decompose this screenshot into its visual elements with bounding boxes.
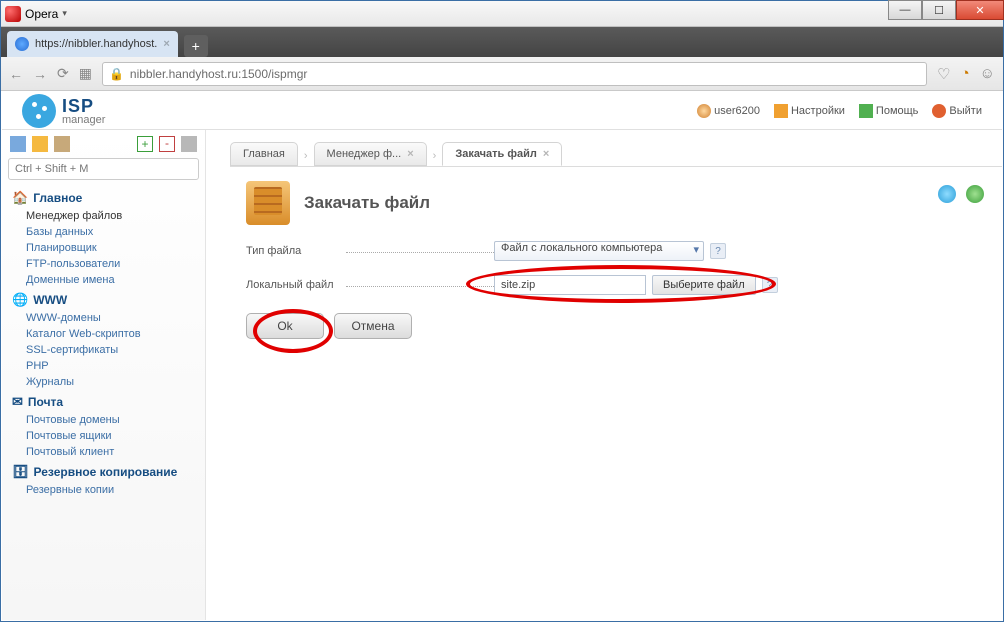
sidebar-item[interactable]: Почтовые домены: [2, 412, 205, 428]
file-type-select[interactable]: Файл с локального компьютера: [494, 241, 704, 261]
sidebar-section-header[interactable]: 🌐WWW: [2, 288, 205, 310]
sidebar-search-input[interactable]: [8, 158, 199, 180]
browser-tabbar: https://nibbler.handyhost. × +: [1, 27, 1003, 57]
sidebar-item[interactable]: FTP-пользователи: [2, 256, 205, 272]
minimize-button[interactable]: —: [888, 0, 922, 20]
close-tab-icon[interactable]: ×: [163, 38, 169, 50]
plus-icon[interactable]: +: [137, 136, 153, 152]
refresh-icon[interactable]: [938, 185, 956, 203]
logo: ISP manager: [22, 94, 105, 128]
content-tabs: Главная › Менеджер ф...× › Закачать файл…: [206, 130, 1002, 166]
address-field[interactable]: 🔒 nibbler.handyhost.ru:1500/ispmgr: [102, 62, 927, 86]
logo-line2: manager: [62, 115, 105, 126]
drawer-icon: [246, 181, 290, 225]
sidebar-section-header[interactable]: 🏠Главное: [2, 186, 205, 208]
back-icon[interactable]: ←: [9, 66, 23, 82]
help-icon[interactable]: ?: [762, 277, 778, 293]
forward-icon[interactable]: →: [33, 66, 47, 82]
power-icon: [932, 104, 946, 118]
ok-button[interactable]: Ok: [246, 313, 324, 339]
sidebar-section-header[interactable]: 🗄Резервное копирование: [2, 460, 205, 482]
user-links: user6200 Настройки Помощь Выйти: [697, 104, 982, 118]
heart-icon[interactable]: ♡: [937, 65, 950, 83]
settings-link[interactable]: Настройки: [774, 104, 845, 118]
section-icon: 🏠: [12, 190, 28, 206]
sidebar: + - 🏠ГлавноеМенеджер файловБазы данныхПл…: [2, 130, 206, 620]
avatar-icon: [697, 104, 711, 118]
logo-icon: [22, 94, 56, 128]
user-icon[interactable]: ☺: [980, 65, 995, 82]
browser-tab-label: https://nibbler.handyhost.: [35, 38, 157, 50]
close-icon[interactable]: ×: [407, 148, 413, 160]
window-title: Opera: [25, 7, 58, 21]
address-text: nibbler.handyhost.ru:1500/ispmgr: [130, 67, 307, 81]
pin-icon[interactable]: [181, 136, 197, 152]
globe-icon: [15, 37, 29, 51]
globe-settings-icon[interactable]: [966, 185, 984, 203]
sidebar-item[interactable]: Доменные имена: [2, 272, 205, 288]
choose-file-button[interactable]: Выберите файл: [652, 275, 756, 295]
speeddial-icon[interactable]: ▦: [79, 65, 92, 82]
minus-icon[interactable]: -: [159, 136, 175, 152]
close-button[interactable]: ✕: [956, 0, 1004, 20]
section-icon: 🌐: [12, 292, 28, 308]
sidebar-item[interactable]: Резервные копии: [2, 482, 205, 498]
sidebar-item[interactable]: Журналы: [2, 374, 205, 390]
gear-icon: [774, 104, 788, 118]
section-icon: 🗄: [12, 464, 29, 480]
sidebar-item[interactable]: Почтовые ящики: [2, 428, 205, 444]
label-local-file: Локальный файл: [246, 279, 494, 291]
sidebar-item[interactable]: WWW-домены: [2, 310, 205, 326]
help-icon: [859, 104, 873, 118]
sidebar-item[interactable]: Планировщик: [2, 240, 205, 256]
user-link[interactable]: user6200: [697, 104, 760, 118]
reload-icon[interactable]: ⟳: [57, 65, 69, 82]
local-file-input[interactable]: [494, 275, 646, 295]
new-tab-button[interactable]: +: [184, 35, 208, 57]
tab-upload[interactable]: Закачать файл×: [442, 142, 562, 166]
help-icon[interactable]: ?: [710, 243, 726, 259]
maximize-button[interactable]: ☐: [922, 0, 956, 20]
sidebar-item[interactable]: Базы данных: [2, 224, 205, 240]
star-icon[interactable]: [32, 136, 48, 152]
sidebar-search[interactable]: [8, 158, 199, 180]
logo-line1: ISP: [62, 97, 105, 115]
sidebar-section-header[interactable]: ✉Почта: [2, 390, 205, 412]
browser-tab[interactable]: https://nibbler.handyhost. ×: [7, 31, 178, 57]
opera-icon: [5, 6, 21, 22]
lock-icon: 🔒: [109, 67, 124, 81]
sidebar-item[interactable]: Каталог Web-скриптов: [2, 326, 205, 342]
folder-tree-icon[interactable]: [10, 136, 26, 152]
exit-link[interactable]: Выйти: [932, 104, 982, 118]
tab-main[interactable]: Главная: [230, 142, 298, 166]
tab-filemgr[interactable]: Менеджер ф...×: [314, 142, 427, 166]
clipboard-icon[interactable]: [54, 136, 70, 152]
panel-title: Закачать файл: [304, 193, 430, 213]
address-bar: ← → ⟳ ▦ 🔒 nibbler.handyhost.ru:1500/ispm…: [1, 57, 1003, 91]
sidebar-item[interactable]: PHP: [2, 358, 205, 374]
sidebar-item[interactable]: SSL-сертификаты: [2, 342, 205, 358]
sidebar-item[interactable]: Менеджер файлов: [2, 208, 205, 224]
clock-icon[interactable]: ◔: [961, 65, 970, 82]
label-file-type: Тип файла: [246, 245, 494, 257]
window-titlebar: Opera ▾ — ☐ ✕: [1, 1, 1003, 27]
cancel-button[interactable]: Отмена: [334, 313, 412, 339]
help-link[interactable]: Помощь: [859, 104, 919, 118]
section-icon: ✉: [12, 394, 23, 410]
close-icon[interactable]: ×: [543, 148, 549, 160]
sidebar-item[interactable]: Почтовый клиент: [2, 444, 205, 460]
